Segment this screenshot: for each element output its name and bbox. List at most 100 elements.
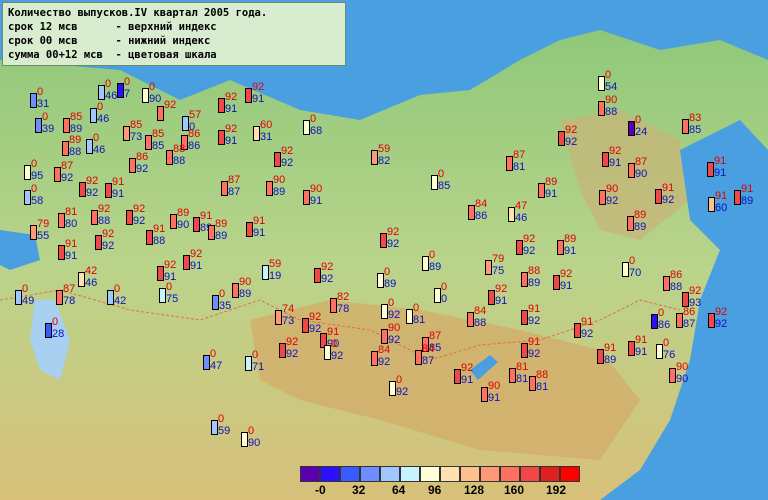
- scale-label: 192: [546, 483, 567, 497]
- station-lower-index: 86: [188, 140, 201, 152]
- station-lower-index: 92: [378, 356, 391, 368]
- station-lower-index: 46: [515, 212, 528, 224]
- relief-map: [0, 0, 768, 500]
- station-color-bar: [117, 83, 124, 98]
- station-color-bar: [538, 183, 545, 198]
- station-color-bar: [377, 273, 384, 288]
- station-color-bar: [406, 309, 413, 324]
- station-color-bar: [193, 217, 200, 232]
- station-lower-index: 92: [581, 328, 594, 340]
- station-color-bar: [415, 350, 422, 365]
- station-upper-index: 92: [286, 336, 299, 348]
- station-lower-index: 91: [253, 227, 266, 239]
- station-upper-index: 0: [105, 78, 112, 90]
- station-color-bar: [628, 121, 635, 136]
- station-lower-index: 86: [475, 210, 488, 222]
- station-upper-index: 0: [166, 281, 173, 293]
- map-canvas: Количество выпусков.IV квартал 2005 года…: [0, 0, 768, 500]
- station-upper-index: 82: [337, 291, 350, 303]
- station-upper-index: 89: [215, 218, 228, 230]
- station-color-bar: [521, 310, 528, 325]
- station-lower-index: 86: [658, 319, 671, 331]
- station-upper-index: 92: [309, 311, 322, 323]
- station-lower-index: 49: [22, 295, 35, 307]
- station-color-bar: [107, 290, 114, 305]
- station-lower-index: 91: [461, 374, 474, 386]
- station-lower-index: 87: [422, 355, 435, 367]
- station-color-bar: [279, 343, 286, 358]
- station-upper-index: 86: [670, 269, 683, 281]
- color-scale: [300, 466, 580, 482]
- station-color-bar: [62, 141, 69, 156]
- station-color-bar: [434, 288, 441, 303]
- station-upper-index: 91: [200, 210, 213, 222]
- station-lower-index: 88: [69, 146, 82, 158]
- station-color-bar: [431, 175, 438, 190]
- station-upper-index: 0: [413, 302, 420, 314]
- station-lower-index: 76: [663, 349, 676, 361]
- station-lower-index: 91: [545, 188, 558, 200]
- station-upper-index: 90: [606, 183, 619, 195]
- station-color-bar: [324, 345, 331, 360]
- station-lower-index: 89: [604, 354, 617, 366]
- station-upper-index: 83: [689, 112, 702, 124]
- station-upper-index: 79: [37, 218, 50, 230]
- station-upper-index: 86: [683, 306, 696, 318]
- station-lower-index: 88: [605, 106, 618, 118]
- station-upper-index: 60: [260, 119, 273, 131]
- station-upper-index: 0: [52, 316, 59, 328]
- station-color-bar: [481, 387, 488, 402]
- station-color-bar: [218, 98, 225, 113]
- station-upper-index: 92: [461, 362, 474, 374]
- station-lower-index: 39: [42, 123, 55, 135]
- station-upper-index: 92: [560, 268, 573, 280]
- station-lower-index: 92: [715, 318, 728, 330]
- station-color-bar: [330, 298, 337, 313]
- station-color-bar: [488, 290, 495, 305]
- scale-label: 160: [504, 483, 525, 497]
- station-lower-index: 81: [413, 314, 426, 326]
- station-color-bar: [553, 275, 560, 290]
- station-upper-index: 0: [252, 349, 259, 361]
- station-upper-index: 92: [225, 91, 238, 103]
- scale-swatch: [340, 466, 360, 482]
- scale-label: 128: [464, 483, 485, 497]
- station-color-bar: [54, 167, 61, 182]
- station-color-bar: [521, 272, 528, 287]
- station-color-bar: [422, 256, 429, 271]
- station-lower-index: 92: [133, 215, 146, 227]
- station-lower-index: 90: [635, 168, 648, 180]
- station-upper-index: 87: [61, 160, 74, 172]
- station-upper-index: 0: [97, 101, 104, 113]
- station-lower-index: 58: [31, 195, 44, 207]
- legend-line-lower: срок 00 мсв - нижний индекс: [8, 35, 211, 47]
- station-lower-index: 89: [384, 278, 397, 290]
- station-upper-index: 0: [114, 283, 121, 295]
- station-upper-index: 92: [609, 145, 622, 157]
- station-upper-index: 0: [37, 86, 44, 98]
- station-color-bar: [146, 230, 153, 245]
- station-lower-index: 92: [321, 273, 334, 285]
- station-lower-index: 91: [65, 250, 78, 262]
- station-lower-index: 92: [102, 240, 115, 252]
- station-upper-index: 57: [189, 109, 202, 121]
- station-color-bar: [90, 108, 97, 123]
- station-lower-index: 87: [683, 318, 696, 330]
- station-upper-index: 88: [536, 369, 549, 381]
- station-lower-index: 46: [93, 144, 106, 156]
- scale-swatch: [360, 466, 380, 482]
- station-upper-index: 87: [513, 149, 526, 161]
- station-color-bar: [274, 152, 281, 167]
- station-color-bar: [91, 210, 98, 225]
- station-lower-index: 85: [689, 124, 702, 136]
- station-color-bar: [58, 213, 65, 228]
- station-color-bar: [266, 181, 273, 196]
- station-upper-index: 81: [516, 361, 529, 373]
- station-color-bar: [157, 106, 164, 121]
- station-color-bar: [506, 156, 513, 171]
- scale-swatch: [400, 466, 420, 482]
- station-upper-index: 89: [177, 207, 190, 219]
- station-lower-index: 88: [173, 155, 186, 167]
- station-upper-index: 92: [133, 203, 146, 215]
- station-color-bar: [183, 255, 190, 270]
